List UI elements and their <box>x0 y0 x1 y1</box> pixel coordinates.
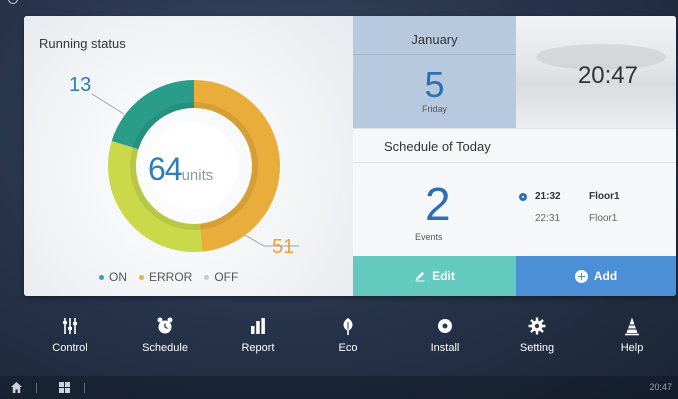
plus-circle-icon <box>574 269 588 283</box>
footer-separator <box>36 383 37 393</box>
schedule-title: Schedule of Today <box>384 139 491 154</box>
schedule-event-row[interactable]: 22:31 Floor1 <box>519 213 617 224</box>
pencil-icon <box>415 271 425 282</box>
legend-item-error: ERROR <box>139 270 192 284</box>
event-place: Floor1 <box>589 213 618 224</box>
clock-panel[interactable]: 20:47 <box>516 16 676 128</box>
nav-item-report[interactable]: Report <box>218 316 298 364</box>
nav-item-eco[interactable]: Eco <box>308 316 388 364</box>
edit-button[interactable]: Edit <box>353 256 516 296</box>
dashboard-card: Running status 13 51 64units ON ERROR OF… <box>24 16 676 296</box>
total-units-value: 64units <box>148 151 213 188</box>
bar-chart-icon <box>251 318 265 334</box>
nav-label: Help <box>620 342 644 354</box>
legend-label-on: ON <box>109 270 127 284</box>
eco-leaf-icon <box>343 318 353 335</box>
nav-label: Schedule <box>142 342 188 354</box>
add-button-label: Add <box>593 269 618 283</box>
brand-logo <box>8 0 18 4</box>
nav-item-schedule[interactable]: Schedule <box>125 316 205 364</box>
date-month: January <box>411 32 458 47</box>
nav-label: Install <box>430 342 460 354</box>
status-legend: ON ERROR OFF <box>99 270 238 284</box>
home-icon[interactable] <box>10 381 23 394</box>
event-time: 22:31 <box>535 213 561 224</box>
gear-icon <box>528 317 546 335</box>
nav-label: Report <box>241 342 275 354</box>
schedule-panel[interactable]: Schedule of Today 2 Events 21:32 Floor1 … <box>353 128 676 256</box>
active-event-dot-icon <box>519 192 527 201</box>
legend-item-on: ON <box>99 270 127 284</box>
nav-label: Control <box>52 342 88 354</box>
running-status-panel: Running status 13 51 64units ON ERROR OF… <box>24 16 353 296</box>
legend-dot-error <box>139 274 144 280</box>
event-dot-placeholder <box>519 215 527 223</box>
legend-dot-on <box>99 274 104 280</box>
on-count-label: 13 <box>69 74 92 96</box>
footer-separator <box>84 383 85 393</box>
cone-icon <box>625 317 639 336</box>
events-count: 2 <box>425 178 451 230</box>
legend-item-off: OFF <box>204 270 238 284</box>
footer-bar: 20:47 <box>0 376 678 399</box>
event-time: 21:32 <box>535 191 561 202</box>
install-disc-icon <box>438 319 452 333</box>
nav-item-setting[interactable]: Setting <box>497 316 577 364</box>
total-units-number: 64 <box>148 151 183 187</box>
nav-label: Setting <box>519 342 555 354</box>
nav-item-help[interactable]: Help <box>592 316 672 364</box>
event-place: Floor1 <box>589 191 620 202</box>
alarm-clock-icon <box>157 317 173 334</box>
date-weekday: Friday <box>421 104 447 114</box>
add-button[interactable]: Add <box>516 256 676 296</box>
bottom-navigation: Control Schedule Report Eco Install Sett… <box>0 316 678 366</box>
top-bar <box>0 0 678 14</box>
legend-label-off: OFF <box>214 270 239 284</box>
grid-icon[interactable] <box>58 381 71 394</box>
legend-dot-off <box>204 274 210 280</box>
schedule-divider <box>353 162 676 163</box>
nav-label: Eco <box>338 342 358 354</box>
nav-item-install[interactable]: Install <box>405 316 485 364</box>
date-divider <box>353 54 516 55</box>
nav-item-control[interactable]: Control <box>30 316 110 364</box>
footer-clock: 20:47 <box>649 382 672 392</box>
clock-time: 20:47 <box>577 62 638 89</box>
events-label: Events <box>415 232 443 242</box>
edit-button-label: Edit <box>432 269 455 283</box>
off-count-label: 51 <box>272 236 295 258</box>
legend-label-error: ERROR <box>149 270 193 284</box>
on-leader-line <box>91 93 125 115</box>
date-panel[interactable]: January 5 Friday <box>353 16 516 128</box>
sliders-icon <box>63 318 77 334</box>
schedule-event-row[interactable]: 21:32 Floor1 <box>519 191 620 202</box>
total-units-unit: units <box>181 167 214 184</box>
date-day: 5 <box>424 64 445 105</box>
